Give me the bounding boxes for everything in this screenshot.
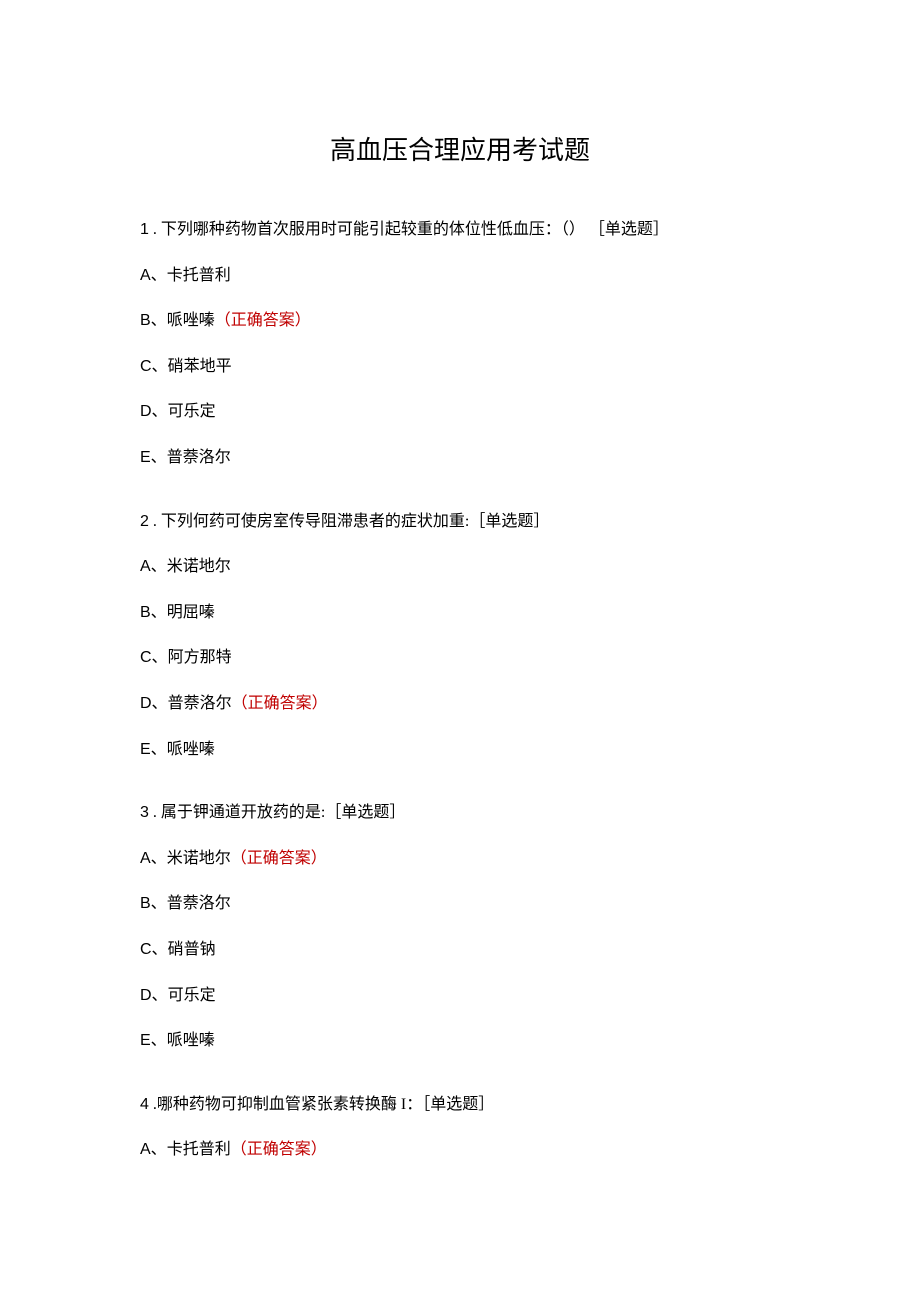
option: D、普萘洛尔（正确答案）	[140, 691, 780, 717]
question-text: 1 . 下列哪种药物首次服用时可能引起较重的体位性低血压：（） ［单选题］	[140, 217, 780, 243]
option-text: 卡托普利	[167, 267, 231, 284]
option-letter: D、	[140, 695, 168, 712]
option: B、普萘洛尔	[140, 891, 780, 917]
option-text: 明屈嗪	[167, 604, 215, 621]
option-letter: E、	[140, 449, 167, 466]
question-block: 1 . 下列哪种药物首次服用时可能引起较重的体位性低血压：（） ［单选题］ A、卡…	[140, 217, 780, 471]
option: A、米诺地尔	[140, 554, 780, 580]
option: D、可乐定	[140, 983, 780, 1009]
option-text: 普萘洛尔	[168, 695, 232, 712]
option-letter: C、	[140, 941, 168, 958]
option: E、哌唑嗪	[140, 737, 780, 763]
option-text: 哌唑嗪	[167, 1032, 215, 1049]
option-text: 普萘洛尔	[167, 895, 231, 912]
question-text: 3 . 属于钾通道开放药的是:［单选题］	[140, 800, 780, 826]
question-separator: .	[149, 1096, 157, 1113]
question-stem: 属于钾通道开放药的是:［单选题］	[161, 804, 405, 821]
option-text: 哌唑嗪	[167, 741, 215, 758]
correct-answer-label: （正确答案）	[231, 850, 327, 867]
question-separator: .	[149, 804, 161, 821]
option-text: 可乐定	[168, 987, 216, 1004]
question-separator: .	[149, 513, 161, 530]
option-letter: E、	[140, 741, 167, 758]
questions-container: 1 . 下列哪种药物首次服用时可能引起较重的体位性低血压：（） ［单选题］A、卡…	[140, 217, 780, 1163]
correct-answer-label: （正确答案）	[231, 1141, 327, 1158]
question-number: 3	[140, 804, 149, 821]
option: E、普萘洛尔	[140, 445, 780, 471]
option: A、米诺地尔（正确答案）	[140, 846, 780, 872]
option: C、硝苯地平	[140, 354, 780, 380]
option-letter: A、	[140, 267, 167, 284]
option: A、卡托普利	[140, 263, 780, 289]
question-number: 2	[140, 513, 149, 530]
question-separator: .	[149, 221, 161, 238]
option-letter: A、	[140, 1141, 167, 1158]
question-number: 1	[140, 221, 149, 238]
question-text: 2 . 下列何药可使房室传导阻滞患者的症状加重:［单选题］	[140, 509, 780, 535]
option-letter: B、	[140, 895, 167, 912]
option-text: 米诺地尔	[167, 850, 231, 867]
option-letter: C、	[140, 358, 168, 375]
question-text: 4 .哪种药物可抑制血管紧张素转换酶 I：［单选题］	[140, 1092, 780, 1118]
page-title: 高血压合理应用考试题	[140, 130, 780, 167]
option-text: 硝普钠	[168, 941, 216, 958]
option-letter: E、	[140, 1032, 167, 1049]
option-letter: B、	[140, 604, 167, 621]
option: C、阿方那特	[140, 645, 780, 671]
question-stem: 下列哪种药物首次服用时可能引起较重的体位性低血压：（） ［单选题］	[161, 221, 669, 238]
option: A、卡托普利（正确答案）	[140, 1137, 780, 1163]
question-block: 3 . 属于钾通道开放药的是:［单选题］ A、米诺地尔（正确答案） B、普萘洛尔 C、…	[140, 800, 780, 1054]
option-letter: D、	[140, 403, 168, 420]
option-text: 米诺地尔	[167, 558, 231, 575]
question-number: 4	[140, 1096, 149, 1113]
option-text: 阿方那特	[168, 649, 232, 666]
option-letter: D、	[140, 987, 168, 1004]
option: D、可乐定	[140, 399, 780, 425]
question-stem: 哪种药物可抑制血管紧张素转换酶 I：［单选题］	[157, 1096, 494, 1113]
option-letter: A、	[140, 850, 167, 867]
correct-answer-label: （正确答案）	[215, 312, 311, 329]
option-letter: C、	[140, 649, 168, 666]
question-block: 4 .哪种药物可抑制血管紧张素转换酶 I：［单选题］ A、卡托普利（正确答案）	[140, 1092, 780, 1163]
question-block: 2 . 下列何药可使房室传导阻滞患者的症状加重:［单选题］ A、米诺地尔 B、明屈嗪…	[140, 509, 780, 763]
option-text: 硝苯地平	[168, 358, 232, 375]
option: E、哌唑嗪	[140, 1028, 780, 1054]
option-text: 卡托普利	[167, 1141, 231, 1158]
correct-answer-label: （正确答案）	[232, 695, 328, 712]
option-text: 哌唑嗪	[167, 312, 215, 329]
option-text: 普萘洛尔	[167, 449, 231, 466]
option: B、明屈嗪	[140, 600, 780, 626]
question-stem: 下列何药可使房室传导阻滞患者的症状加重:［单选题］	[161, 513, 549, 530]
option-letter: A、	[140, 558, 167, 575]
option: B、哌唑嗪（正确答案）	[140, 308, 780, 334]
option-text: 可乐定	[168, 403, 216, 420]
option-letter: B、	[140, 312, 167, 329]
option: C、硝普钠	[140, 937, 780, 963]
